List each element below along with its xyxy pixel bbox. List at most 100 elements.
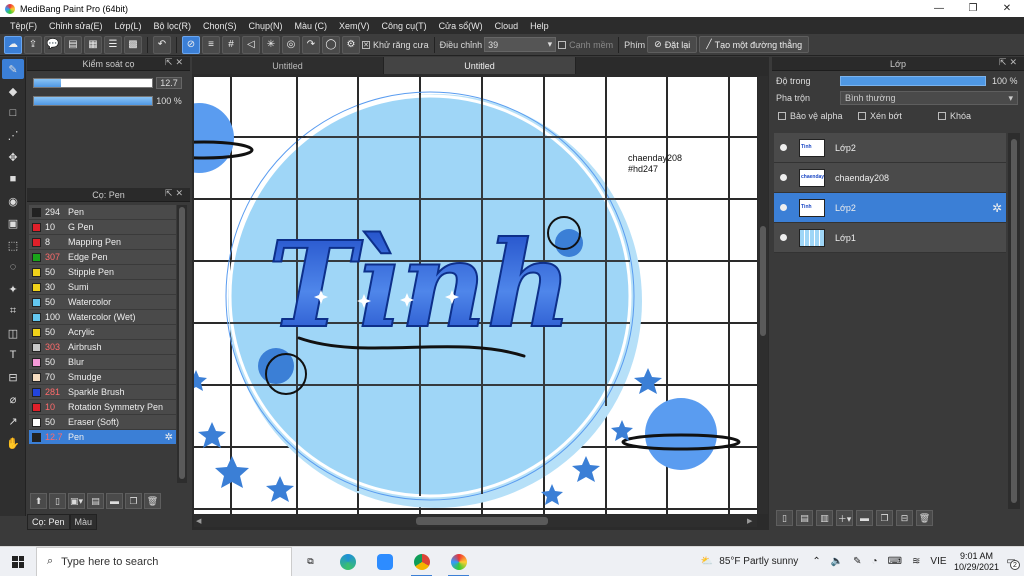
eyedropper-tool-icon[interactable]: ⌀ xyxy=(2,389,24,409)
menu-color[interactable]: Màu (C) xyxy=(289,21,334,31)
smooth-edge-checkbox[interactable]: Cạnh mềm xyxy=(558,40,613,50)
straight-line-button[interactable]: ╱ Tạo một đường thẳng xyxy=(699,36,810,53)
pen-icon[interactable]: ✎ xyxy=(853,556,861,567)
task-view-icon[interactable]: ⧉ xyxy=(292,547,329,576)
undo-icon[interactable]: ↶ xyxy=(153,35,171,54)
brush-item[interactable]: 50 Acrylic xyxy=(29,325,176,340)
scroll-left-icon[interactable]: ◀ xyxy=(196,517,201,525)
brush-item[interactable]: 294 Pen xyxy=(29,205,176,220)
taskbar-clock[interactable]: 9:01 AM 10/29/2021 xyxy=(953,551,1001,573)
layer-item[interactable]: Tình Lớp2 xyxy=(774,133,1006,163)
tray-chevron-icon[interactable]: ⌃ xyxy=(812,556,820,567)
protect-alpha-checkbox[interactable]: Bảo vệ alpha xyxy=(778,111,858,121)
add-layer-dropdown-icon[interactable]: ＋▾ xyxy=(836,510,853,526)
brush-item[interactable]: 50 Watercolor xyxy=(29,295,176,310)
dot-tool-icon[interactable]: ⋰ xyxy=(2,125,24,145)
menu-edit[interactable]: Chỉnh sửa(E) xyxy=(43,21,109,31)
keyboard-icon[interactable]: ⌨ xyxy=(888,556,902,567)
panel-window-buttons[interactable]: ⇱✕ xyxy=(999,57,1020,68)
zoom-app-icon[interactable] xyxy=(366,547,403,576)
new-8bit-layer-icon[interactable]: ▥ xyxy=(816,510,833,526)
ellipse-snap-icon[interactable]: ◯ xyxy=(322,35,340,54)
clipping-checkbox[interactable]: Xén bớt xyxy=(858,111,938,121)
brush-item[interactable]: 70 Smudge xyxy=(29,370,176,385)
comment-icon[interactable]: 💬 xyxy=(44,35,62,54)
canvas-horizontal-scrollbar[interactable]: ◀ ▶ xyxy=(194,515,757,527)
close-button[interactable]: ✕ xyxy=(990,3,1024,14)
scrollbar-thumb[interactable] xyxy=(760,226,766,336)
reset-button[interactable]: ⊘ Đặt lại xyxy=(647,36,698,53)
layer-opacity-slider[interactable] xyxy=(840,76,986,86)
brush-item[interactable]: 50 Blur xyxy=(29,355,176,370)
brush-item[interactable]: 50 Eraser (Soft) xyxy=(29,415,176,430)
trash-icon[interactable]: 🗑 xyxy=(144,493,161,509)
move-tool-icon[interactable]: ✥ xyxy=(2,147,24,167)
maximize-button[interactable]: ❐ xyxy=(956,3,990,14)
grid-icon[interactable]: ▩ xyxy=(124,35,142,54)
curve-snap-icon[interactable]: ↷ xyxy=(302,35,320,54)
brush-tool-icon[interactable]: ✎ xyxy=(2,59,24,79)
menu-select[interactable]: Chọn(S) xyxy=(197,21,243,31)
bucket-tool-icon[interactable]: ◉ xyxy=(2,191,24,211)
text-tool-icon[interactable]: T xyxy=(2,345,24,365)
folder-icon[interactable]: ▬ xyxy=(106,493,123,509)
select-pen-tool-icon[interactable]: ⌗ xyxy=(2,301,24,321)
shape-tool-icon[interactable]: □ xyxy=(2,103,24,123)
brush-item[interactable]: 10 G Pen xyxy=(29,220,176,235)
layer-folder-icon[interactable]: ▬ xyxy=(856,510,873,526)
select-eraser-tool-icon[interactable]: ◫ xyxy=(2,323,24,343)
document-tab[interactable]: Untitled xyxy=(192,57,384,74)
radial-snap-icon[interactable]: ✳ xyxy=(262,35,280,54)
eraser-tool-icon[interactable]: ◆ xyxy=(2,81,24,101)
medibang-app-icon[interactable] xyxy=(440,547,477,576)
menu-file[interactable]: Tệp(F) xyxy=(4,21,43,31)
lasso-tool-icon[interactable]: ◌ xyxy=(2,257,24,277)
layer-item[interactable]: Tình Lớp2 ✲ xyxy=(774,193,1006,223)
menu-tools[interactable]: Công cụ(T) xyxy=(376,21,433,31)
crosshatch-snap-icon[interactable]: # xyxy=(222,35,240,54)
visibility-eye-icon[interactable] xyxy=(780,144,787,151)
drawing-canvas[interactable]: Tình chaenday208 #hd247 xyxy=(194,76,757,514)
trash-icon[interactable]: 🗑 xyxy=(916,510,933,526)
brush-item[interactable]: 10 Rotation Symmetry Pen xyxy=(29,400,176,415)
list-icon[interactable]: ☰ xyxy=(104,35,122,54)
visibility-eye-icon[interactable] xyxy=(780,234,787,241)
panel-window-buttons[interactable]: ⇱✕ xyxy=(165,188,186,199)
frame-divider-tool-icon[interactable]: ⊟ xyxy=(2,367,24,387)
brush-list-scrollbar[interactable] xyxy=(177,205,187,483)
document-icon[interactable]: ▦ xyxy=(84,35,102,54)
brush-item[interactable]: 12.7 Pen ✲ xyxy=(29,430,176,445)
operation-tool-icon[interactable]: ↗ xyxy=(2,411,24,431)
visibility-eye-icon[interactable] xyxy=(780,204,787,211)
panel-window-buttons[interactable]: ⇱✕ xyxy=(165,57,186,68)
edge-browser-icon[interactable] xyxy=(329,547,366,576)
canvas-vertical-scrollbar[interactable] xyxy=(758,76,768,514)
menu-cloud[interactable]: Cloud xyxy=(489,21,525,31)
menu-window[interactable]: Cửa sổ(W) xyxy=(433,21,489,31)
tab-brush[interactable]: Cọ: Pen xyxy=(27,514,70,530)
scrollbar-thumb[interactable] xyxy=(179,207,185,479)
lock-checkbox[interactable]: Khóa xyxy=(938,111,1018,121)
brush-item[interactable]: 281 Sparkle Brush xyxy=(29,385,176,400)
brush-size-value[interactable]: 12.7 xyxy=(156,77,182,89)
brush-item[interactable]: 30 Sumi xyxy=(29,280,176,295)
wifi-icon[interactable]: ≋ xyxy=(912,556,920,567)
magic-wand-tool-icon[interactable]: ✦ xyxy=(2,279,24,299)
duplicate-icon[interactable]: ❐ xyxy=(125,493,142,509)
start-button[interactable] xyxy=(0,547,36,576)
add-brush-dropdown-icon[interactable]: ▣▾ xyxy=(68,493,85,509)
correction-dropdown[interactable]: 39 ▾ xyxy=(484,37,557,52)
scrollbar-thumb[interactable] xyxy=(416,517,548,525)
brush-settings-icon[interactable]: ▤ xyxy=(87,493,104,509)
select-tool-icon[interactable]: ⬚ xyxy=(2,235,24,255)
no-snap-icon[interactable]: ⊘ xyxy=(182,35,200,54)
antialias-checkbox[interactable]: ✕ Khử răng cưa xyxy=(362,40,429,50)
blend-mode-dropdown[interactable]: Bình thường ▾ xyxy=(840,91,1018,105)
tab-color[interactable]: Màu xyxy=(69,514,98,530)
hand-tool-icon[interactable]: ✋ xyxy=(2,433,24,453)
menu-view[interactable]: Xem(V) xyxy=(333,21,376,31)
weather-status[interactable]: 85°F Partly sunny xyxy=(719,556,798,567)
settings-gear-icon[interactable]: ⚙ xyxy=(342,35,360,54)
new-halftone-layer-icon[interactable]: ▤ xyxy=(796,510,813,526)
cloud-brush-icon[interactable]: ⬆ xyxy=(30,493,47,509)
